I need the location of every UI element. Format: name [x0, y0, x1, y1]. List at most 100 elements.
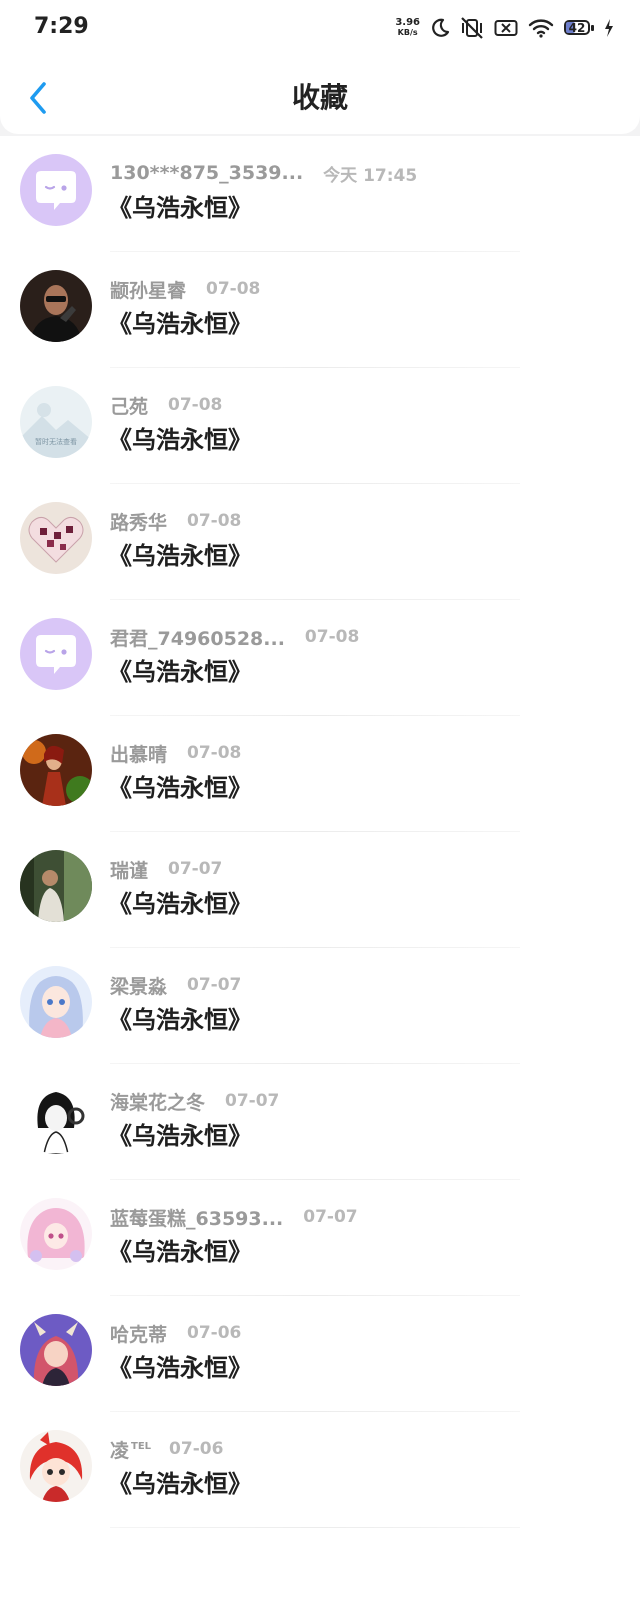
item-meta: 路秀华 07-08 [110, 508, 241, 534]
avatar[interactable] [20, 734, 92, 806]
post-title[interactable]: 《乌浩永恒》 [108, 424, 252, 456]
timestamp: 今天 17:45 [323, 165, 418, 186]
avatar[interactable] [20, 502, 92, 574]
gunman-avatar-icon [20, 270, 92, 342]
post-title[interactable]: 《乌浩永恒》 [108, 192, 252, 224]
timestamp: 07-08 [304, 627, 360, 647]
username[interactable]: 130***875_3539... [110, 162, 305, 184]
timestamp: 07-08 [187, 743, 242, 763]
no-sim-icon [494, 20, 518, 36]
username[interactable]: 出慕晴 [110, 740, 169, 767]
puzzle-heart-avatar-icon [20, 502, 92, 574]
status-time: 7:29 [34, 14, 89, 39]
username-text: 凌 [110, 1439, 130, 1462]
divider [110, 1527, 520, 1528]
username-text: 瑞谨 [110, 859, 149, 882]
fantasy-warrior-avatar-icon [20, 734, 92, 806]
username[interactable]: 蓝莓蛋糕_63593... [110, 1204, 285, 1231]
avatar[interactable]: 暂时无法查看 [20, 386, 92, 458]
username-text: 出慕晴 [110, 743, 168, 766]
username[interactable]: 哈克蒂 [110, 1320, 169, 1347]
timestamp: 07-06 [169, 1439, 224, 1459]
username[interactable]: 凌 TEL [110, 1436, 151, 1463]
item-meta: 哈克蒂 07-06 [110, 1320, 241, 1346]
timestamp: 07-08 [187, 511, 242, 531]
timestamp: 07-08 [206, 279, 261, 299]
favorite-item[interactable]: 蓝莓蛋糕_63593... 07-07 《乌浩永恒》 [0, 1180, 640, 1296]
avatar[interactable] [20, 270, 92, 342]
status-icons: 3.96 KB/s 42 [395, 14, 614, 42]
username-text: 130***875_3539... [110, 162, 304, 184]
avatar[interactable] [20, 1430, 92, 1502]
username[interactable]: 颛孙星睿 [110, 276, 188, 303]
status-bar: 7:29 3.96 KB/s 42 [0, 0, 640, 56]
favorite-item[interactable]: 路秀华 07-08 《乌浩永恒》 [0, 484, 640, 600]
favorite-item[interactable]: 出慕晴 07-08 《乌浩永恒》 [0, 716, 640, 832]
avatar[interactable] [20, 1082, 92, 1154]
username[interactable]: 己苑 [110, 392, 150, 419]
battery-level: 42 [568, 21, 586, 35]
username-text: 哈克蒂 [110, 1323, 168, 1346]
item-meta: 蓝莓蛋糕_63593... 07-07 [110, 1204, 358, 1230]
item-meta: 梁景淼 07-07 [110, 972, 241, 998]
battery-icon: 42 [564, 19, 594, 37]
avatar[interactable] [20, 154, 92, 226]
username-text: 海棠花之冬 [110, 1091, 206, 1114]
item-meta: 凌 TEL 07-06 [110, 1436, 223, 1462]
post-title[interactable]: 《乌浩永恒》 [108, 656, 252, 688]
favorite-item[interactable]: 海棠花之冬 07-07 《乌浩永恒》 [0, 1064, 640, 1180]
image-unavailable-avatar-icon: 暂时无法查看 [20, 386, 92, 458]
favorite-item[interactable]: 君君_74960528... 07-08 《乌浩永恒》 [0, 600, 640, 716]
item-meta: 己苑 07-08 [110, 392, 222, 418]
avatar[interactable] [20, 966, 92, 1038]
item-meta: 颛孙星睿 07-08 [110, 276, 260, 302]
red-hair-chibi-avatar-icon [20, 1430, 92, 1502]
favorite-item[interactable]: 130***875_3539... 今天 17:45 《乌浩永恒》 [0, 136, 640, 252]
post-title[interactable]: 《乌浩永恒》 [108, 1236, 252, 1268]
horned-girl-avatar-icon [20, 1314, 92, 1386]
app-header: 7:29 3.96 KB/s 42 收藏 [0, 0, 640, 134]
favorite-item[interactable]: 暂时无法查看 己苑 07-08 《乌浩永恒》 [0, 368, 640, 484]
avatar[interactable] [20, 1198, 92, 1270]
page-title: 收藏 [291, 81, 348, 114]
network-speed-unit: KB/s [397, 28, 418, 37]
avatar[interactable] [20, 1314, 92, 1386]
post-title[interactable]: 《乌浩永恒》 [108, 540, 252, 572]
post-title[interactable]: 《乌浩永恒》 [108, 888, 252, 920]
favorite-item[interactable]: 凌 TEL 07-06 《乌浩永恒》 [0, 1412, 640, 1528]
username-text: 颛孙星睿 [110, 279, 187, 302]
moon-icon [432, 18, 450, 37]
wifi-icon [528, 19, 554, 38]
charging-bolt-icon [605, 19, 613, 37]
favorite-item[interactable]: 哈克蒂 07-06 《乌浩永恒》 [0, 1296, 640, 1412]
avatar[interactable] [20, 618, 92, 690]
username[interactable]: 梁景淼 [110, 972, 169, 999]
item-meta: 君君_74960528... 07-08 [110, 624, 359, 650]
post-title[interactable]: 《乌浩永恒》 [108, 1004, 252, 1036]
username[interactable]: 君君_74960528... [110, 624, 287, 651]
username-text: 路秀华 [110, 511, 168, 534]
timestamp: 07-08 [168, 395, 223, 415]
username[interactable]: 海棠花之冬 [110, 1088, 207, 1115]
username-text: 梁景淼 [110, 975, 168, 998]
headphone-girl-avatar-icon [20, 1082, 92, 1154]
pink-anime-avatar-icon [20, 1198, 92, 1270]
post-title[interactable]: 《乌浩永恒》 [108, 772, 252, 804]
post-title[interactable]: 《乌浩永恒》 [108, 1120, 252, 1152]
avatar[interactable] [20, 850, 92, 922]
default-chat-avatar-icon [20, 618, 92, 690]
username[interactable]: 路秀华 [110, 508, 169, 535]
favorite-item[interactable]: 瑞谨 07-07 《乌浩永恒》 [0, 832, 640, 948]
image-unavailable-text: 暂时无法查看 [35, 437, 77, 446]
forest-person-avatar-icon [20, 850, 92, 922]
timestamp: 07-07 [187, 975, 242, 995]
post-title[interactable]: 《乌浩永恒》 [108, 1352, 252, 1384]
username[interactable]: 瑞谨 [110, 856, 150, 883]
timestamp: 07-07 [168, 859, 223, 879]
timestamp: 07-07 [303, 1207, 358, 1227]
post-title[interactable]: 《乌浩永恒》 [108, 1468, 252, 1500]
post-title[interactable]: 《乌浩永恒》 [108, 308, 252, 340]
favorite-item[interactable]: 颛孙星睿 07-08 《乌浩永恒》 [0, 252, 640, 368]
item-meta: 出慕晴 07-08 [110, 740, 241, 766]
favorite-item[interactable]: 梁景淼 07-07 《乌浩永恒》 [0, 948, 640, 1064]
